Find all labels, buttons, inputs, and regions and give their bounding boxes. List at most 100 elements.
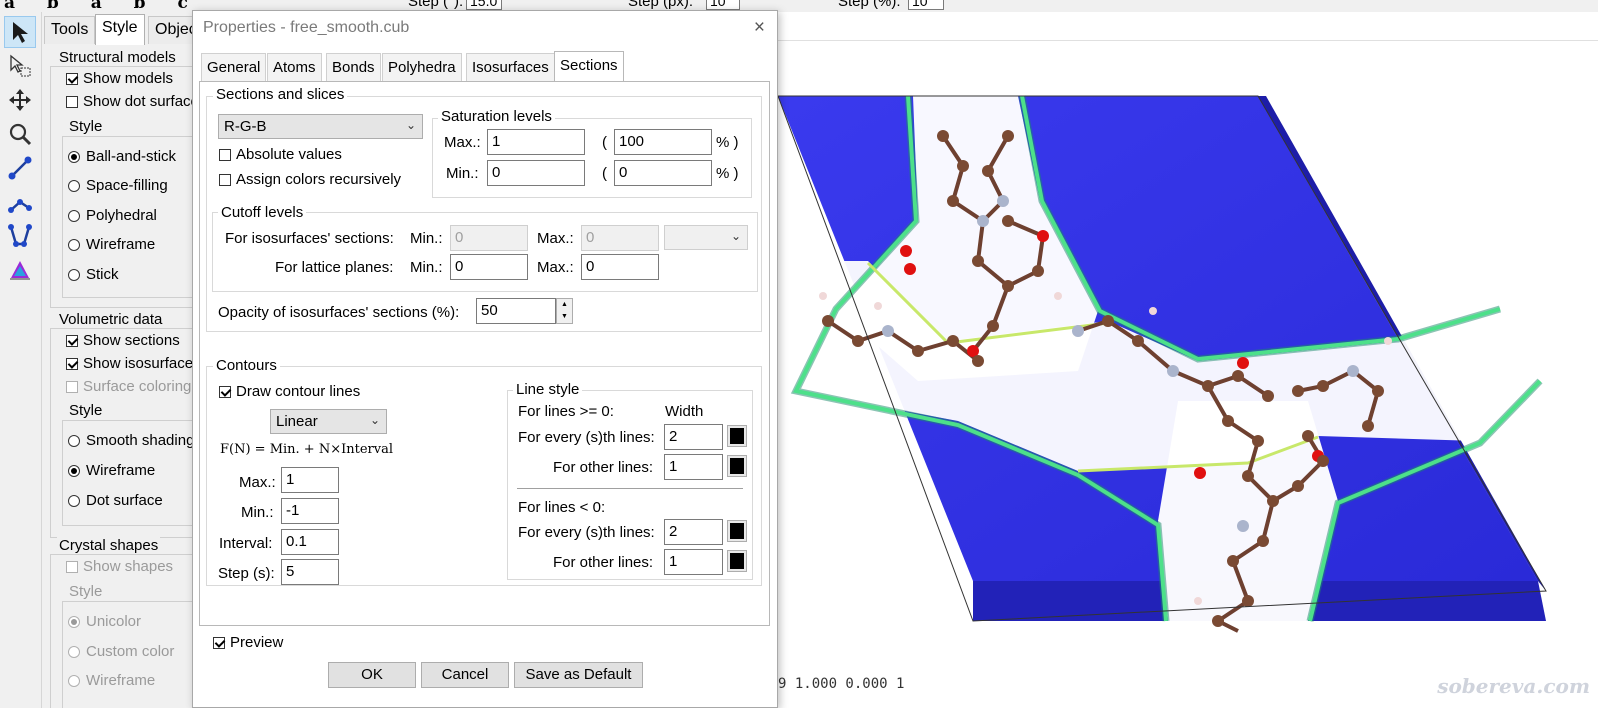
close-icon[interactable]: × bbox=[754, 17, 765, 39]
tab-bonds[interactable]: Bonds bbox=[326, 53, 381, 81]
preview-checkbox[interactable]: Preview bbox=[213, 634, 283, 651]
tab-sections[interactable]: Sections bbox=[554, 51, 624, 82]
neg-other-width-input[interactable]: 1 bbox=[664, 549, 723, 575]
tab-tools[interactable]: Tools bbox=[44, 16, 96, 44]
properties-dialog: Properties - free_smooth.cub × General A… bbox=[192, 10, 778, 708]
saturation-max-label: Max.: bbox=[444, 134, 481, 151]
surface-coloring-checkbox[interactable]: Surface coloring bbox=[66, 378, 191, 395]
opacity-spinner[interactable]: ▲ ▼ bbox=[556, 298, 573, 324]
radio-polyhedral[interactable]: Polyhedral bbox=[68, 207, 157, 224]
show-dot-surface-checkbox[interactable]: Show dot surface bbox=[66, 93, 199, 110]
crystal-shapes-title: Crystal shapes bbox=[57, 537, 161, 554]
pct-suffix: % ) bbox=[716, 134, 739, 151]
contour-interval-label: Interval: bbox=[219, 535, 273, 552]
absolute-values-checkbox[interactable]: Absolute values bbox=[219, 146, 342, 163]
pos-every-label: For every (s)th lines: bbox=[518, 429, 655, 446]
assign-recursively-checkbox[interactable]: Assign colors recursively bbox=[219, 171, 401, 188]
radio-ball-and-stick[interactable]: Ball-and-stick bbox=[68, 148, 176, 165]
step-pct-input[interactable]: 10 bbox=[908, 0, 944, 10]
watermark: sobereva.com bbox=[1437, 674, 1590, 698]
contours-title: Contours bbox=[213, 357, 280, 374]
show-models-checkbox[interactable]: Show models bbox=[66, 70, 173, 87]
show-sections-checkbox[interactable]: Show sections bbox=[66, 332, 180, 349]
pos-other-color-swatch[interactable] bbox=[727, 455, 747, 477]
line-style-divider bbox=[517, 488, 743, 489]
tab-isosurfaces[interactable]: Isosurfaces bbox=[466, 53, 555, 81]
dihedral-icon[interactable] bbox=[4, 220, 36, 252]
move-icon[interactable] bbox=[4, 84, 36, 116]
step-pct-label: Step (%): bbox=[838, 0, 901, 10]
style-panel: Tools Style Objects Structural models Sh… bbox=[42, 12, 202, 708]
distance-icon[interactable] bbox=[4, 152, 36, 184]
step-deg-input[interactable]: 15.0 bbox=[466, 0, 502, 10]
radio-unicolor[interactable]: Unicolor bbox=[68, 613, 141, 630]
radio-stick[interactable]: Stick bbox=[68, 266, 119, 283]
tab-style[interactable]: Style bbox=[95, 14, 145, 45]
step-px-input[interactable]: 10 bbox=[706, 0, 740, 10]
show-shapes-checkbox[interactable]: Show shapes bbox=[66, 558, 173, 575]
step-deg-label: Step (°): bbox=[408, 0, 464, 10]
saturation-min-input[interactable]: 0 bbox=[487, 160, 585, 186]
neg-other-color-swatch[interactable] bbox=[727, 550, 747, 572]
structure-viewport[interactable] bbox=[778, 40, 1598, 708]
tab-general[interactable]: General bbox=[201, 53, 267, 81]
pos-every-color-swatch[interactable] bbox=[727, 425, 747, 447]
magnify-icon[interactable] bbox=[4, 118, 36, 150]
open-paren: ( bbox=[602, 165, 607, 182]
cutoff-iso-min-input[interactable]: 0 bbox=[450, 225, 528, 251]
cutoff-iso-select[interactable]: ⌄ bbox=[664, 225, 748, 250]
cutoff-iso-max-input[interactable]: 0 bbox=[581, 225, 659, 251]
radio-custom-color[interactable]: Custom color bbox=[68, 643, 174, 660]
neg-lines-label: For lines < 0: bbox=[518, 499, 606, 516]
save-as-default-button[interactable]: Save as Default bbox=[514, 662, 643, 688]
radio-wireframe[interactable]: Wireframe bbox=[68, 236, 155, 253]
color-scheme-select[interactable]: R-G-B ⌄ bbox=[218, 114, 423, 139]
structural-style-title: Style bbox=[67, 118, 105, 135]
contour-interval-input[interactable]: 0.1 bbox=[281, 529, 339, 555]
tab-polyhedra[interactable]: Polyhedra bbox=[382, 53, 462, 81]
chevron-down-icon: ⌄ bbox=[405, 118, 416, 132]
sections-tab-page: Sections and slices R-G-B ⌄ Absolute valu… bbox=[199, 81, 770, 626]
radio-space-filling[interactable]: Space-filling bbox=[68, 177, 168, 194]
pos-lines-label: For lines >= 0: bbox=[518, 403, 614, 420]
radio-dot-surface[interactable]: Dot surface bbox=[68, 492, 163, 509]
show-isosurfaces-checkbox[interactable]: Show isosurfaces bbox=[66, 355, 201, 372]
cutoff-lattice-min-label: Min.: bbox=[410, 259, 443, 276]
contour-min-label: Min.: bbox=[241, 504, 274, 521]
cutoff-lattice-min-input[interactable]: 0 bbox=[450, 254, 528, 280]
saturation-max-input[interactable]: 1 bbox=[487, 129, 585, 155]
ok-button[interactable]: OK bbox=[328, 662, 416, 688]
contour-min-input[interactable]: -1 bbox=[281, 498, 339, 524]
select-region-icon[interactable] bbox=[4, 50, 36, 82]
sections-title: Sections and slices bbox=[213, 86, 348, 103]
angle-icon[interactable] bbox=[4, 186, 36, 218]
width-header: Width bbox=[665, 403, 704, 420]
saturation-max-pct-input[interactable]: 100 bbox=[614, 129, 712, 155]
pos-every-width-input[interactable]: 2 bbox=[664, 424, 723, 450]
pos-other-width-input[interactable]: 1 bbox=[664, 454, 723, 480]
pos-other-label: For other lines: bbox=[553, 459, 654, 476]
dialog-title: Properties - free_smooth.cub bbox=[203, 19, 410, 36]
step-px-label: Step (px): bbox=[628, 0, 694, 10]
cutoff-lattice-max-input[interactable]: 0 bbox=[581, 254, 659, 280]
tab-atoms[interactable]: Atoms bbox=[267, 53, 322, 81]
font-style-buttons[interactable]: a b a b c bbox=[4, 0, 201, 12]
contour-max-input[interactable]: 1 bbox=[281, 467, 339, 493]
cutoff-group bbox=[212, 212, 758, 292]
cancel-button[interactable]: Cancel bbox=[421, 662, 509, 688]
select-arrow-icon[interactable] bbox=[4, 16, 36, 48]
radio-vol-wireframe[interactable]: Wireframe bbox=[68, 462, 155, 479]
chevron-down-icon: ⌄ bbox=[369, 413, 380, 427]
plane-icon[interactable] bbox=[4, 254, 36, 286]
draw-contour-lines-checkbox[interactable]: Draw contour lines bbox=[219, 383, 360, 400]
neg-every-width-input[interactable]: 2 bbox=[664, 519, 723, 545]
radio-crystal-wireframe[interactable]: Wireframe bbox=[68, 672, 155, 689]
saturation-min-pct-input[interactable]: 0 bbox=[614, 160, 712, 186]
contour-formula: F(N) = Min. + N×Interval bbox=[220, 442, 393, 457]
opacity-input[interactable]: 50 bbox=[476, 298, 556, 324]
crystal-style-title: Style bbox=[67, 583, 105, 600]
radio-smooth-shading[interactable]: Smooth shading bbox=[68, 432, 194, 449]
contour-mode-select[interactable]: Linear ⌄ bbox=[270, 409, 387, 434]
contour-step-input[interactable]: 5 bbox=[281, 559, 339, 585]
neg-every-color-swatch[interactable] bbox=[727, 520, 747, 542]
